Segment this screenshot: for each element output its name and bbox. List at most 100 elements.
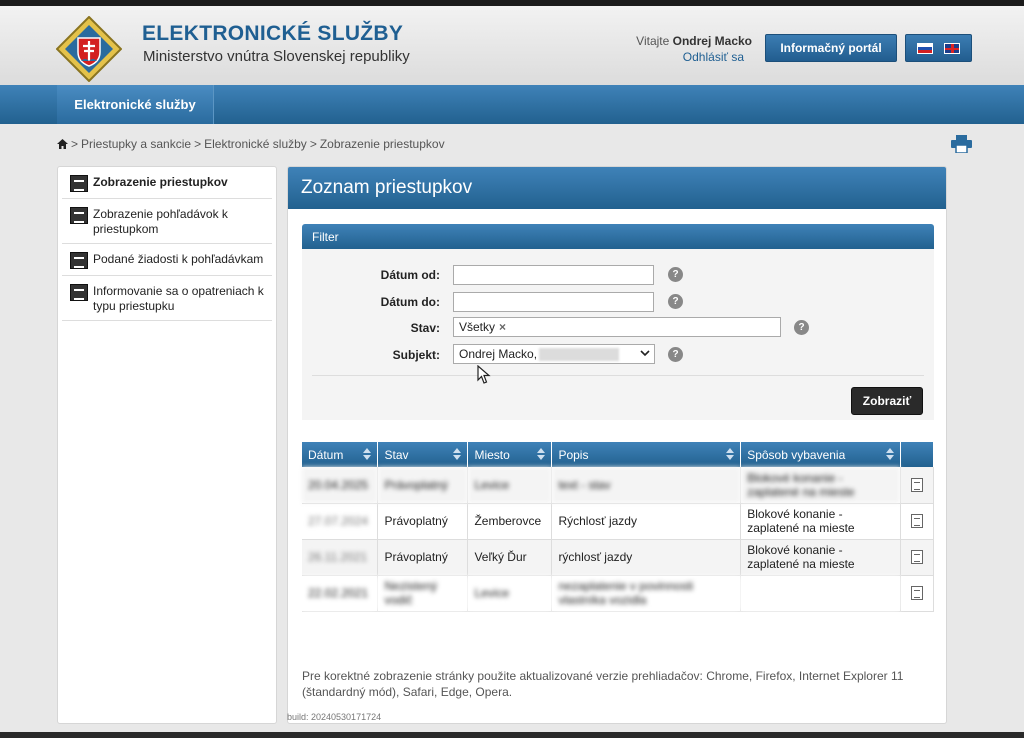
sidebar-item-label: Zobrazenie pohľadávok k priestupkom	[93, 207, 228, 236]
cell-place: Levice	[467, 575, 553, 612]
cell-date: 26.11.2021	[302, 539, 379, 576]
cell-method	[740, 575, 901, 612]
table-row[interactable]: 27.07.2024 Právoplatný Žemberovce Rýchlo…	[302, 503, 935, 540]
sidebar-item-receivables[interactable]: Zobrazenie pohľadávok k priestupkom	[62, 199, 272, 244]
filter-panel: Filter Dátum od: ? Dátum do: ? Stav: Vše…	[302, 224, 934, 420]
redacted-text	[539, 348, 620, 362]
table-header-row: Dátum Stav Miesto Popis Spôsob vybavenia	[302, 442, 935, 467]
sidebar-item-label: Zobrazenie priestupkov	[93, 175, 228, 189]
breadcrumb-item-current: Zobrazenie priestupkov	[319, 137, 445, 151]
detail-icon[interactable]	[910, 586, 923, 600]
site-header: ELEKTRONICKÉ SLUŽBY Ministerstvo vnútra …	[0, 6, 1024, 85]
filter-heading: Filter	[302, 224, 934, 249]
detail-icon[interactable]	[910, 477, 923, 492]
site-subtitle: Ministerstvo vnútra Slovenskej republiky	[143, 48, 410, 65]
breadcrumb-item[interactable]: Priestupky a sankcie	[81, 137, 191, 151]
build-info: build: 20240530171724	[287, 712, 382, 722]
column-header-state[interactable]: Stav	[377, 442, 469, 467]
subject-label: Subjekt:	[392, 348, 440, 362]
remove-tag-icon[interactable]: ×	[499, 320, 506, 334]
detail-icon[interactable]	[910, 550, 923, 564]
cell-state: Právoplatný	[377, 503, 469, 540]
sidebar-item-requests[interactable]: Podané žiadosti k pohľadávkam	[62, 244, 272, 276]
help-icon[interactable]: ?	[668, 347, 683, 362]
user-name: Ondrej Macko	[672, 34, 752, 48]
date-from-input[interactable]	[453, 265, 654, 285]
state-tag: Všetky	[459, 320, 496, 334]
sort-icon[interactable]	[453, 448, 462, 460]
page-title: Zoznam priestupkov	[288, 167, 946, 209]
cell-method: Blokové konanie - zaplatené na mieste	[740, 539, 901, 576]
mouse-cursor-icon	[477, 365, 491, 384]
document-icon	[70, 207, 88, 224]
help-icon[interactable]: ?	[668, 294, 683, 309]
info-portal-button[interactable]: Informačný portál	[765, 34, 897, 62]
divider	[312, 375, 924, 376]
home-icon[interactable]	[57, 139, 68, 149]
subject-value: Ondrej Macko,	[459, 347, 538, 361]
sidebar-item-offenses[interactable]: Zobrazenie priestupkov	[62, 167, 272, 199]
breadcrumb: > Priestupky a sankcie > Elektronické sl…	[57, 137, 445, 151]
sort-icon[interactable]	[885, 448, 894, 460]
chevron-down-icon	[640, 350, 650, 357]
main-panel: Zoznam priestupkov Filter Dátum od: ? Dá…	[287, 166, 947, 724]
cell-date: 27.07.2024	[302, 503, 379, 540]
show-button[interactable]: Zobraziť	[851, 387, 923, 415]
column-header-place[interactable]: Miesto	[467, 442, 553, 467]
coat-of-arms-icon[interactable]	[56, 16, 122, 82]
sort-icon[interactable]	[726, 448, 735, 460]
flag-en-icon[interactable]	[944, 42, 960, 54]
window-bottom-bar	[0, 732, 1024, 738]
detail-icon[interactable]	[910, 514, 923, 528]
date-to-label: Dátum do:	[380, 295, 440, 309]
date-to-input[interactable]	[453, 292, 654, 312]
cell-description: Rýchlosť jazdy	[551, 503, 742, 540]
column-header-actions	[900, 442, 935, 467]
help-icon[interactable]: ?	[794, 320, 809, 335]
sort-icon[interactable]	[537, 448, 546, 460]
table-row[interactable]: 22.02.2021 Nezistený vodič Levice nezapl…	[302, 575, 935, 612]
print-icon[interactable]	[951, 135, 972, 153]
cell-date: 22.02.2021	[302, 575, 379, 612]
document-icon	[70, 284, 88, 301]
nav-item-electronic-services[interactable]: Elektronické služby	[57, 85, 214, 124]
cell-state: Právoplatný	[377, 467, 469, 504]
main-navbar: Elektronické služby	[0, 85, 1024, 124]
browser-note: Pre korektné zobrazenie stránky použite …	[302, 669, 904, 699]
sort-icon[interactable]	[363, 448, 372, 460]
cell-method: Blokové konanie - zaplatené na mieste	[740, 503, 901, 540]
table-row[interactable]: 20.04.2025 Právoplatný Levice text - sta…	[302, 467, 935, 504]
sidebar: Zobrazenie priestupkov Zobrazenie pohľad…	[57, 166, 277, 724]
offenses-table: Dátum Stav Miesto Popis Spôsob vybavenia…	[302, 442, 935, 612]
cell-state: Právoplatný	[377, 539, 469, 576]
cell-date: 20.04.2025	[302, 467, 379, 504]
subject-select[interactable]: Ondrej Macko,	[453, 344, 655, 364]
sidebar-item-label: Informovanie sa o opatreniach k typu pri…	[93, 284, 264, 313]
flag-sk-icon[interactable]	[917, 42, 933, 54]
cell-description: nezaplatenie v povinnosti vlastníka vozi…	[551, 575, 742, 612]
column-header-description[interactable]: Popis	[551, 442, 742, 467]
column-header-date[interactable]: Dátum	[302, 442, 379, 467]
date-from-label: Dátum od:	[380, 268, 440, 282]
logout-link[interactable]: Odhlásiť sa	[683, 50, 744, 64]
breadcrumb-item[interactable]: Elektronické služby	[204, 137, 307, 151]
table-row[interactable]: 26.11.2021 Právoplatný Veľký Ďur rýchlos…	[302, 539, 935, 576]
site-title: ELEKTRONICKÉ SLUŽBY	[142, 22, 404, 45]
cell-place: Žemberovce	[467, 503, 553, 540]
cell-description: rýchlosť jazdy	[551, 539, 742, 576]
document-icon	[70, 252, 88, 269]
cell-place: Levice	[467, 467, 553, 504]
cell-state: Nezistený vodič	[377, 575, 469, 612]
help-icon[interactable]: ?	[668, 267, 683, 282]
cell-description: text - stav	[551, 467, 742, 504]
cell-place: Veľký Ďur	[467, 539, 553, 576]
language-switcher	[905, 34, 972, 62]
sidebar-item-label: Podané žiadosti k pohľadávkam	[93, 252, 264, 266]
sidebar-item-measures[interactable]: Informovanie sa o opatreniach k typu pri…	[62, 276, 272, 321]
welcome-text: Vitajte Ondrej Macko	[636, 34, 752, 48]
cell-method: Blokové konanie - zaplatené na mieste	[740, 467, 901, 504]
document-icon	[70, 175, 88, 192]
state-label: Stav:	[410, 321, 440, 335]
column-header-method[interactable]: Spôsob vybavenia	[740, 442, 901, 467]
state-multiselect[interactable]: Všetky ×	[453, 317, 781, 337]
